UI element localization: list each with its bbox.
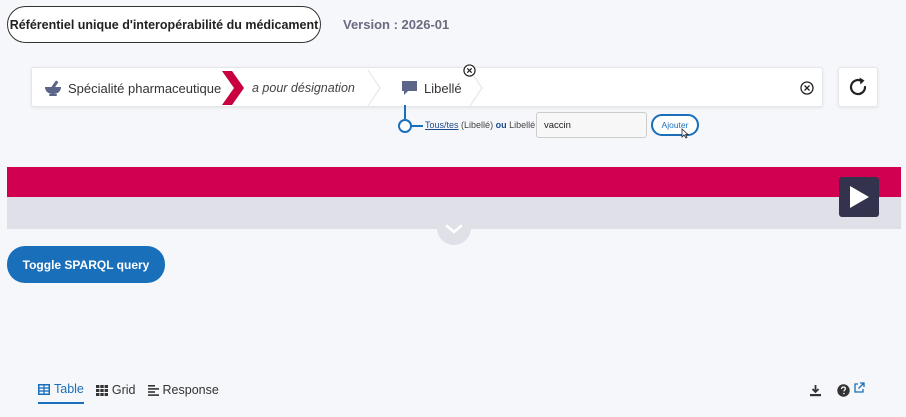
grid-icon — [95, 384, 108, 396]
app-title: Référentiel unique d'interopérabilité du… — [9, 17, 319, 32]
reset-button[interactable] — [838, 67, 878, 107]
tab-response[interactable]: Response — [147, 382, 219, 404]
criteria-class-label: Spécialité pharmaceutique — [68, 80, 222, 96]
all-values-link[interactable]: Tous/tes — [425, 120, 459, 130]
mortar-pestle-icon — [44, 80, 62, 96]
widget-connector — [398, 105, 423, 133]
refresh-icon — [849, 77, 867, 96]
remove-criteria-icon[interactable] — [463, 64, 476, 77]
mouse-cursor-icon — [681, 128, 689, 139]
help-icon[interactable] — [837, 384, 850, 397]
tab-table-label: Table — [54, 382, 84, 396]
tab-grid-label: Grid — [111, 383, 136, 397]
red-chevron-icon — [222, 71, 244, 105]
add-button[interactable]: Ajouter — [651, 114, 699, 136]
toggle-sparql-button[interactable]: Toggle SPARQL query — [7, 246, 165, 283]
tab-table[interactable]: Table — [38, 382, 84, 404]
speech-bubble-icon — [401, 80, 418, 96]
results-header-bar — [7, 167, 901, 197]
table-icon — [38, 383, 50, 395]
type-note: (Libellé) — [461, 120, 494, 130]
external-link-icon[interactable] — [853, 382, 865, 394]
criteria-literal-label: Libellé — [424, 80, 462, 96]
version-label: Version : 2026-01 — [343, 17, 450, 32]
field-label: Libellé — [509, 120, 536, 130]
criteria-property-label: a pour désignation — [252, 81, 355, 95]
chevron-down-icon — [445, 224, 463, 234]
query-builder: Spécialité pharmaceutique a pour désigna… — [31, 67, 823, 107]
tab-response-label: Response — [162, 383, 219, 397]
tab-grid[interactable]: Grid — [95, 382, 136, 404]
criteria-property[interactable]: a pour désignation — [252, 68, 355, 108]
results-tabs: Table Grid Response — [38, 382, 231, 404]
criteria-class[interactable]: Spécialité pharmaceutique — [44, 68, 221, 108]
filter-options: Tous/tes (Libellé) ou Libellé — [425, 120, 535, 130]
response-icon — [147, 384, 159, 396]
separator-chevron-icon — [367, 69, 381, 107]
execute-query-button[interactable] — [839, 177, 879, 217]
criteria-literal[interactable]: Libellé — [401, 68, 462, 108]
or-label: ou — [495, 120, 507, 130]
clear-all-icon[interactable] — [800, 81, 814, 95]
app-title-pill[interactable]: Référentiel unique d'interopérabilité du… — [7, 6, 321, 43]
expand-toggle-button[interactable] — [437, 213, 471, 245]
download-icon[interactable] — [809, 384, 822, 397]
play-icon — [850, 186, 869, 208]
label-search-input[interactable] — [536, 112, 647, 138]
